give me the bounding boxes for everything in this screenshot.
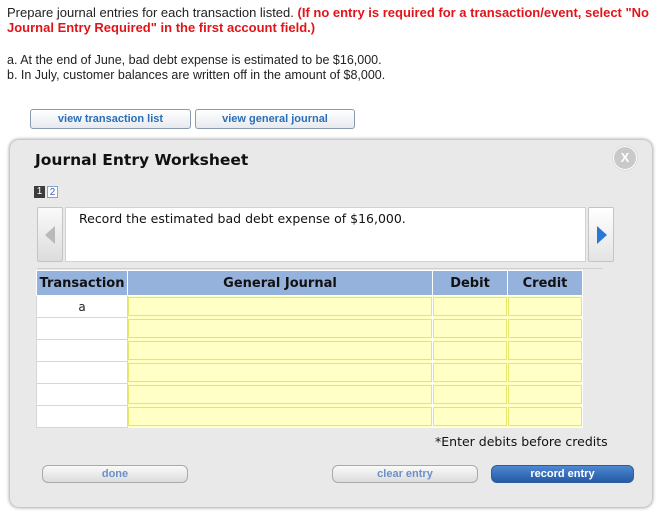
credit-input[interactable] <box>508 363 582 382</box>
transaction-cell <box>36 405 128 428</box>
account-input[interactable] <box>128 297 432 316</box>
credit-cell[interactable] <box>507 383 583 406</box>
debit-input[interactable] <box>433 319 507 338</box>
credit-input[interactable] <box>508 407 582 426</box>
account-input[interactable] <box>128 385 432 404</box>
view-transaction-list-button[interactable]: view transaction list <box>30 109 191 129</box>
debit-input[interactable] <box>433 341 507 360</box>
page-1-tab[interactable]: 1 <box>34 186 45 198</box>
credit-input[interactable] <box>508 319 582 338</box>
account-cell[interactable] <box>127 361 433 384</box>
debit-input[interactable] <box>433 363 507 382</box>
debit-cell[interactable] <box>432 339 508 362</box>
header-debit: Debit <box>432 270 508 296</box>
table-row <box>36 383 583 406</box>
table-row <box>36 361 583 384</box>
divider <box>37 268 603 269</box>
transaction-cell: a <box>36 295 128 318</box>
table-row: a <box>36 295 583 318</box>
account-cell[interactable] <box>127 317 433 340</box>
credit-input[interactable] <box>508 385 582 404</box>
table-row <box>36 405 583 428</box>
account-cell[interactable] <box>127 383 433 406</box>
table-header-row: Transaction General Journal Debit Credit <box>36 270 583 296</box>
debit-input[interactable] <box>433 407 507 426</box>
debit-input[interactable] <box>433 297 507 316</box>
debit-cell[interactable] <box>432 317 508 340</box>
credit-cell[interactable] <box>507 295 583 318</box>
transaction-cell <box>36 339 128 362</box>
credit-cell[interactable] <box>507 405 583 428</box>
next-entry-button[interactable] <box>588 207 614 262</box>
debit-cell[interactable] <box>432 361 508 384</box>
account-input[interactable] <box>128 363 432 382</box>
account-cell[interactable] <box>127 405 433 428</box>
table-row <box>36 339 583 362</box>
done-button[interactable]: done <box>42 465 188 483</box>
credit-cell[interactable] <box>507 361 583 384</box>
transaction-item-b: b. In July, customer balances are writte… <box>7 68 386 82</box>
record-entry-button[interactable]: record entry <box>491 465 634 483</box>
chevron-left-icon <box>45 226 55 244</box>
debit-cell[interactable] <box>432 383 508 406</box>
table-row <box>36 317 583 340</box>
credit-input[interactable] <box>508 341 582 360</box>
account-input[interactable] <box>128 319 432 338</box>
transaction-cell <box>36 361 128 384</box>
instructions: Prepare journal entries for each transac… <box>7 5 657 35</box>
account-cell[interactable] <box>127 339 433 362</box>
instructions-lead: Prepare journal entries for each transac… <box>7 5 294 20</box>
debit-cell[interactable] <box>432 405 508 428</box>
page-2-tab[interactable]: 2 <box>47 186 58 198</box>
header-general-journal: General Journal <box>127 270 433 296</box>
account-cell[interactable] <box>127 295 433 318</box>
transaction-cell <box>36 317 128 340</box>
header-credit: Credit <box>507 270 583 296</box>
transaction-cell <box>36 383 128 406</box>
journal-entry-worksheet: Journal Entry Worksheet X 1 2 Record the… <box>10 140 652 507</box>
account-input[interactable] <box>128 341 432 360</box>
chevron-right-icon <box>597 226 607 244</box>
header-transaction: Transaction <box>36 270 128 296</box>
debits-before-credits-note: *Enter debits before credits <box>435 434 608 449</box>
worksheet-title: Journal Entry Worksheet <box>35 151 249 169</box>
journal-table: Transaction General Journal Debit Credit… <box>36 270 583 428</box>
debit-input[interactable] <box>433 385 507 404</box>
credit-input[interactable] <box>508 297 582 316</box>
clear-entry-button[interactable]: clear entry <box>332 465 478 483</box>
prev-entry-button[interactable] <box>37 207 63 262</box>
close-icon[interactable]: X <box>613 146 637 170</box>
account-input[interactable] <box>128 407 432 426</box>
debit-cell[interactable] <box>432 295 508 318</box>
credit-cell[interactable] <box>507 317 583 340</box>
transaction-list: a. At the end of June, bad debt expense … <box>7 53 385 83</box>
transaction-item-a: a. At the end of June, bad debt expense … <box>7 53 382 67</box>
view-general-journal-button[interactable]: view general journal <box>195 109 355 129</box>
credit-cell[interactable] <box>507 339 583 362</box>
entry-description: Record the estimated bad debt expense of… <box>65 207 586 262</box>
